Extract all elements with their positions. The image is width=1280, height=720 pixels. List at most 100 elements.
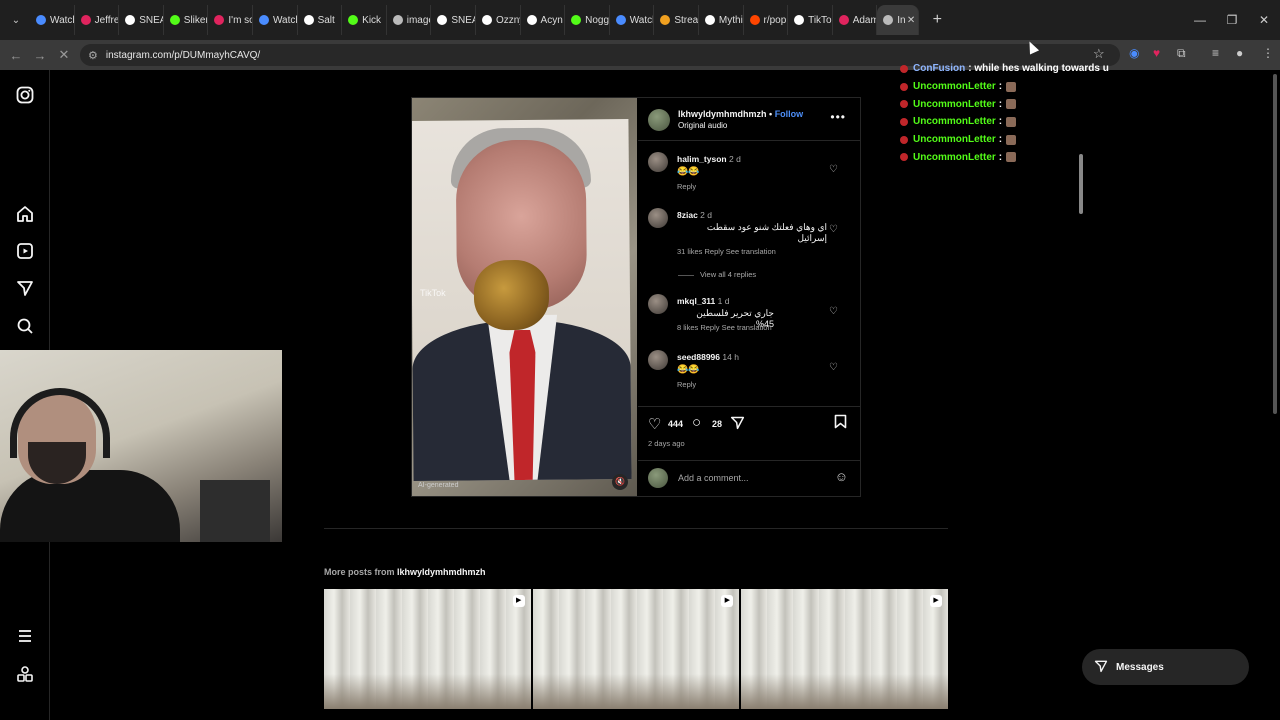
comment-text: 😂😂 [677, 364, 700, 374]
page-scrollbar[interactable] [1272, 70, 1278, 710]
chat-message: ConFusion: while hes walking towards u [900, 60, 1200, 78]
comment-meta[interactable]: Reply [677, 380, 696, 389]
minimize-icon[interactable]: — [1184, 13, 1216, 27]
tab-favicon-icon [392, 15, 403, 25]
like-comment-icon[interactable]: ♡ [829, 306, 838, 317]
browser-tab[interactable]: Jeffrey [75, 5, 120, 35]
browser-tab[interactable]: Adam [833, 5, 878, 35]
browser-tab[interactable]: Salt [298, 5, 343, 35]
like-comment-icon[interactable]: ♡ [829, 224, 838, 235]
post-thumbnail[interactable]: ▶ [532, 589, 740, 709]
browser-tab-bar: ⌄ Watch Jeffrey SNEAK Sliker I'm so Watch Salt… [0, 0, 1280, 40]
comment-username[interactable]: halim_tyson [677, 154, 727, 164]
comment-meta[interactable]: Reply [677, 182, 696, 191]
emoji-icon[interactable]: ☺ [835, 469, 848, 484]
new-tab-button[interactable]: + [925, 11, 949, 29]
comment-username[interactable]: seed88996 [677, 352, 720, 362]
poster-image [412, 119, 632, 481]
commenter-avatar[interactable] [648, 350, 668, 370]
comment-username[interactable]: mkql_311 [677, 296, 715, 306]
chat-text: : [998, 151, 1003, 163]
like-count[interactable]: 444 [668, 419, 683, 429]
chat-emote-icon [1006, 134, 1017, 145]
comment-meta[interactable]: 31 likes Reply See translation [677, 247, 776, 256]
chat-username: UncommonLetter [913, 81, 996, 93]
browser-tab[interactable]: In ✕ [877, 5, 920, 35]
save-bookmark-icon[interactable] [834, 414, 847, 433]
browser-tab[interactable]: Watch [30, 5, 75, 35]
ai-generated-label: AI-generated [418, 482, 459, 489]
comment-meta[interactable]: 8 likes Reply See translation [677, 323, 772, 332]
post-thumbnail[interactable]: ▶ [741, 589, 949, 709]
mute-icon[interactable]: 🔇 [612, 474, 628, 490]
browser-tab[interactable]: Watch [610, 5, 655, 35]
add-comment-input[interactable]: Add a comment... [678, 473, 749, 483]
audio-label[interactable]: Original audio [678, 121, 727, 130]
poster-smear [473, 259, 550, 331]
author-avatar[interactable] [648, 109, 670, 131]
like-comment-icon[interactable]: ♡ [829, 362, 838, 373]
browser-tab[interactable]: SNEAK [119, 5, 164, 35]
comments-scrollbar[interactable] [1078, 142, 1084, 404]
follow-button[interactable]: Follow [775, 109, 804, 119]
menu-icon[interactable]: ⋮ [1262, 46, 1274, 60]
tab-search-dropdown-icon[interactable]: ⌄ [2, 6, 30, 34]
puzzle-icon[interactable]: ⧉ [1177, 46, 1186, 61]
messages-icon [1094, 659, 1108, 676]
profile-icon[interactable]: ● [1236, 46, 1243, 60]
page-scrollbar-thumb[interactable] [1273, 74, 1277, 414]
share-icon[interactable] [16, 279, 34, 297]
extension-icon[interactable]: ◉ [1129, 46, 1139, 60]
browser-tab[interactable]: Mythic [699, 5, 744, 35]
meta-apps-icon[interactable] [16, 665, 34, 683]
browser-tab[interactable]: Sliker [164, 5, 209, 35]
post-thumbnail[interactable]: ▶ [324, 589, 531, 709]
comment-username[interactable]: 8ziac [677, 210, 698, 220]
commenter-avatar[interactable] [648, 152, 668, 172]
close-tab-icon[interactable]: ✕ [907, 15, 915, 26]
browser-tab[interactable]: Watch [253, 5, 298, 35]
search-icon[interactable] [16, 317, 34, 335]
post-media[interactable]: TikTok AI-generated 🔇 [412, 98, 637, 496]
forward-icon[interactable]: → [28, 48, 52, 63]
instagram-logo-icon[interactable] [16, 86, 34, 104]
reels-icon[interactable] [16, 242, 34, 260]
browser-tab[interactable]: r/pop [744, 5, 789, 35]
messages-button[interactable]: Messages [1082, 649, 1249, 685]
more-menu-icon[interactable] [16, 627, 34, 645]
browser-tab[interactable]: image [387, 5, 432, 35]
browser-tab[interactable]: I'm so [208, 5, 253, 35]
author-username[interactable]: lkhwyldymhmdhmzh [678, 109, 767, 119]
commenter-avatar[interactable] [648, 208, 668, 228]
comment-icon[interactable]: ○ [692, 414, 701, 431]
like-icon[interactable]: ♡ [648, 415, 661, 433]
back-icon[interactable]: ← [4, 48, 28, 63]
url-text: instagram.com/p/DUMmayhCAVQ/ [105, 49, 261, 61]
home-icon[interactable] [16, 205, 34, 223]
site-info-icon[interactable]: ⚙ [88, 49, 98, 62]
close-window-icon[interactable]: ✕ [1248, 13, 1280, 27]
tab-label: Noggy [585, 14, 610, 26]
browser-tab[interactable]: SNEAK [431, 5, 476, 35]
tab-favicon-icon [615, 15, 626, 25]
browser-tab[interactable]: Kick [342, 5, 387, 35]
extension-icon[interactable]: ♥ [1153, 46, 1160, 60]
browser-tab[interactable]: Stream [654, 5, 699, 35]
share-icon[interactable] [730, 415, 745, 434]
chat-text: : [998, 116, 1003, 128]
more-options-icon[interactable]: ••• [830, 110, 846, 124]
like-comment-icon[interactable]: ♡ [829, 164, 838, 175]
stop-loading-icon[interactable]: ✕ [52, 47, 76, 63]
messages-label: Messages [1116, 661, 1164, 673]
browser-tab[interactable]: Acyn [521, 5, 566, 35]
view-replies-link[interactable]: View all 4 replies [678, 270, 756, 279]
restore-icon[interactable]: ❐ [1216, 13, 1248, 27]
chat-username: UncommonLetter [913, 98, 996, 110]
browser-tab[interactable]: TikTok [788, 5, 833, 35]
tab-label: I'm so [228, 14, 253, 26]
browser-tab[interactable]: Ozzny [476, 5, 521, 35]
more-posts-author[interactable]: lkhwyldymhmdhmzh [397, 567, 486, 577]
reading-list-icon[interactable]: ≡ [1212, 46, 1219, 60]
browser-tab[interactable]: Noggy [565, 5, 610, 35]
commenter-avatar[interactable] [648, 294, 668, 314]
